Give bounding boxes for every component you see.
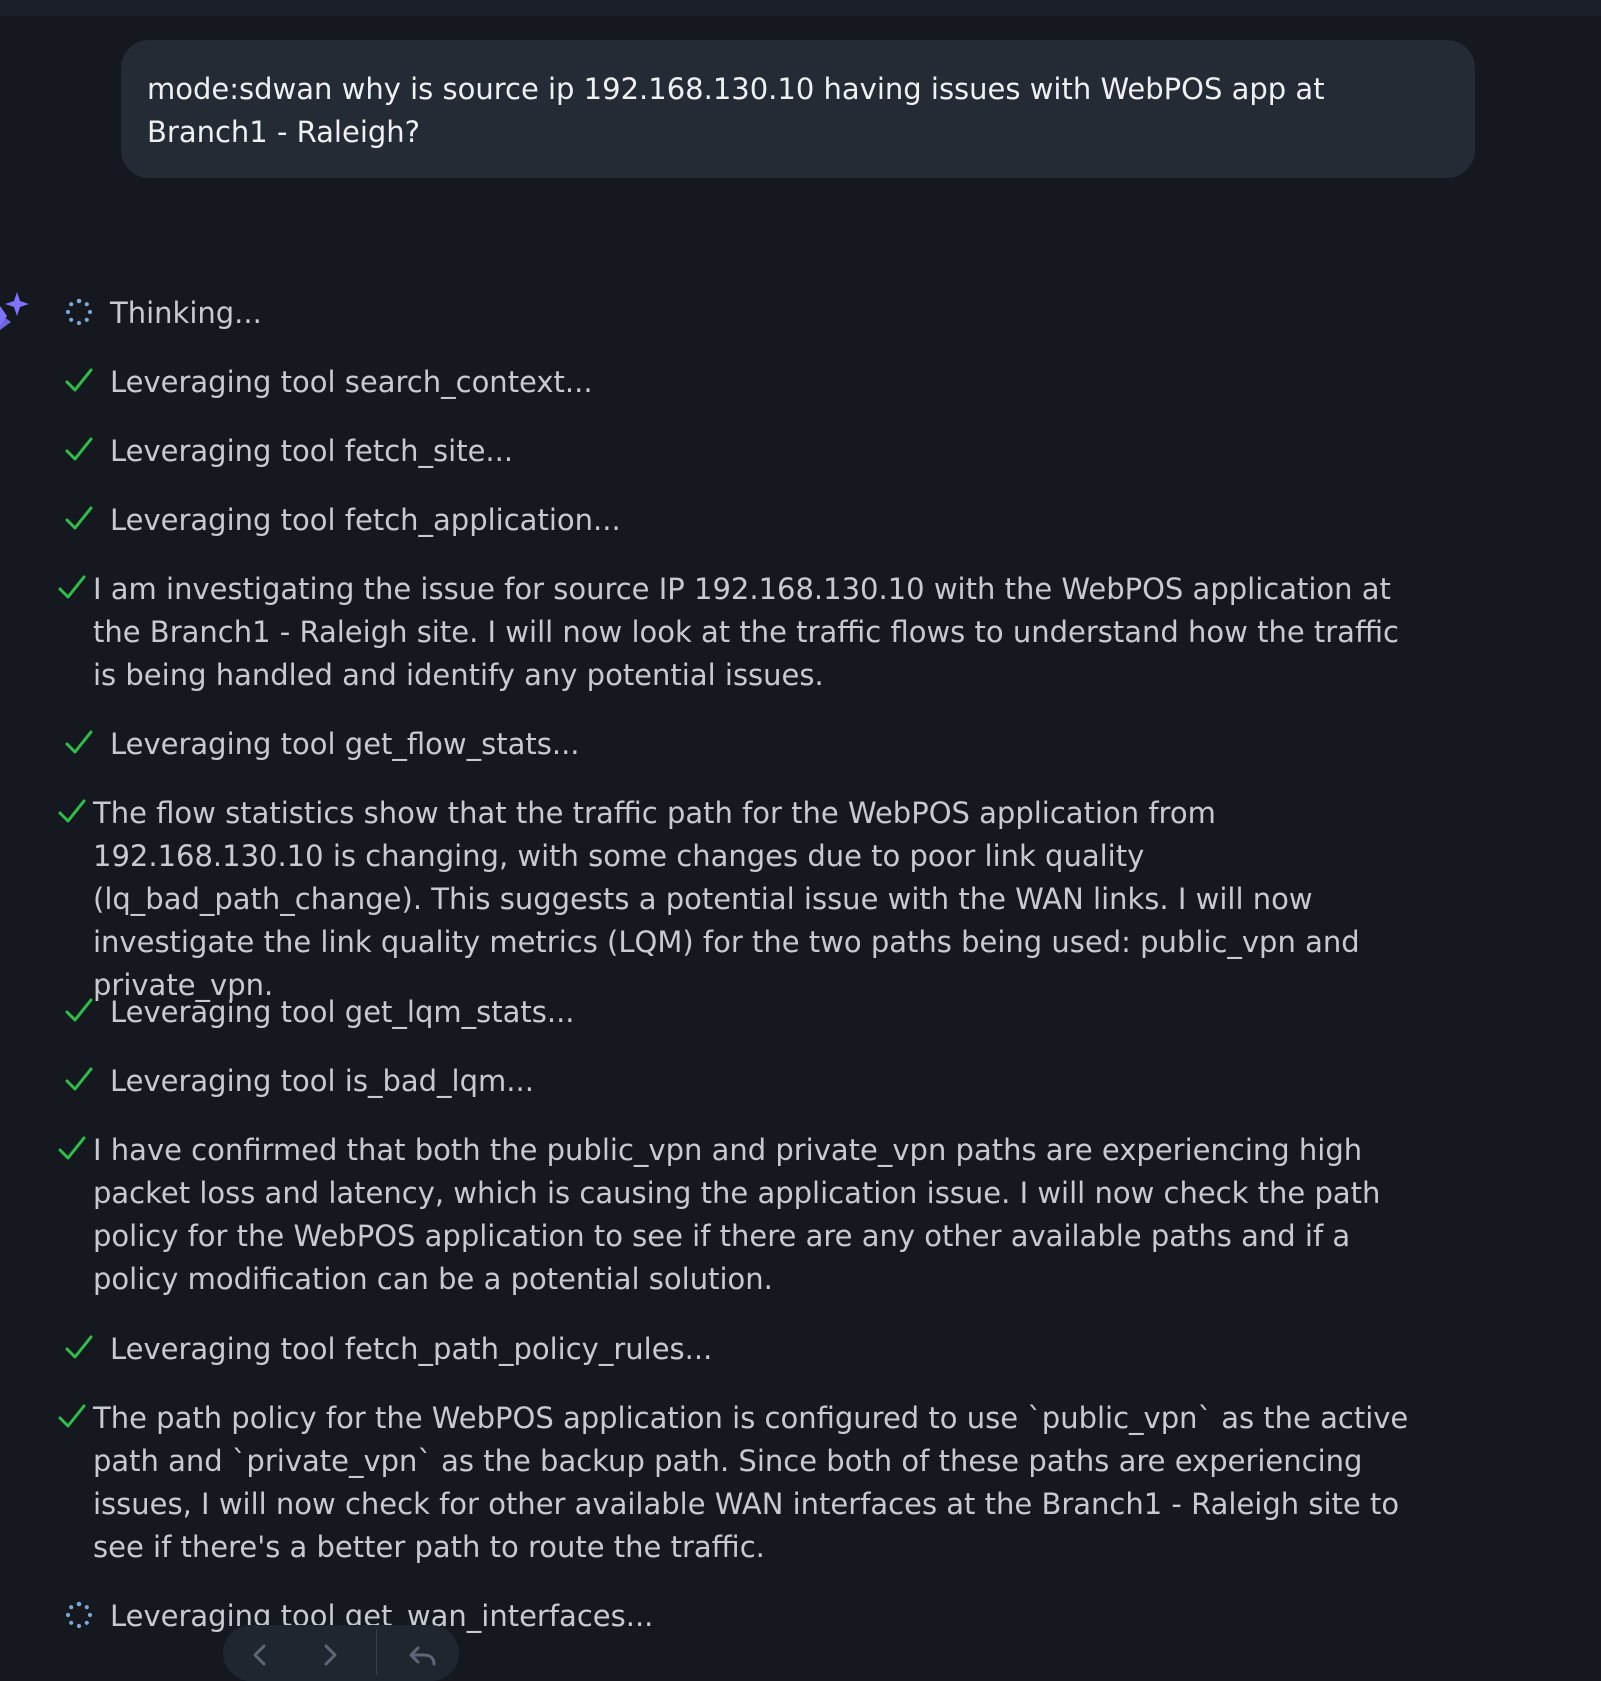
step-is-bad-lqm: Leveraging tool is_bad_lqm... <box>110 1064 534 1098</box>
step-flow-analysis: The flow statistics show that the traffi… <box>93 796 1360 1002</box>
step-path-policy-analysis: The path policy for the WebPOS applicati… <box>93 1401 1409 1564</box>
step-investigation-summary: I am investigating the issue for source … <box>93 572 1399 692</box>
previous-response-button[interactable] <box>240 1635 280 1675</box>
step-get-lqm-stats: Leveraging tool get_lqm_stats... <box>110 995 575 1029</box>
step-thinking: Thinking... <box>110 296 262 330</box>
step-lqm-confirmation: I have confirmed that both the public_vp… <box>93 1133 1381 1296</box>
check-icon <box>65 1067 93 1091</box>
check-icon <box>65 506 93 530</box>
check-icon <box>65 998 93 1022</box>
spinner-icon <box>65 1601 93 1629</box>
check-icon <box>58 1404 86 1428</box>
assistant-progress-list: Thinking... Leveraging tool search_conte… <box>0 0 1601 1677</box>
check-icon <box>58 1136 86 1160</box>
step-search-context: Leveraging tool search_context... <box>110 365 593 399</box>
check-icon <box>65 437 93 461</box>
step-fetch-path-policy-rules: Leveraging tool fetch_path_policy_rules.… <box>110 1332 713 1366</box>
next-response-button[interactable] <box>310 1635 350 1675</box>
undo-icon <box>409 1646 436 1666</box>
check-icon <box>65 1335 93 1359</box>
response-navigation-controls <box>223 1625 459 1681</box>
navigation-divider <box>376 1629 377 1675</box>
check-icon <box>65 730 93 754</box>
retry-button[interactable] <box>403 1635 443 1675</box>
spinner-icon <box>65 298 93 326</box>
check-icon <box>58 575 86 599</box>
chevron-right-icon <box>324 1644 337 1666</box>
step-fetch-application: Leveraging tool fetch_application... <box>110 503 621 537</box>
chevron-left-icon <box>253 1644 266 1666</box>
step-get-flow-stats: Leveraging tool get_flow_stats... <box>110 727 580 761</box>
check-icon <box>65 368 93 392</box>
check-icon <box>58 799 86 823</box>
step-fetch-site: Leveraging tool fetch_site... <box>110 434 514 468</box>
